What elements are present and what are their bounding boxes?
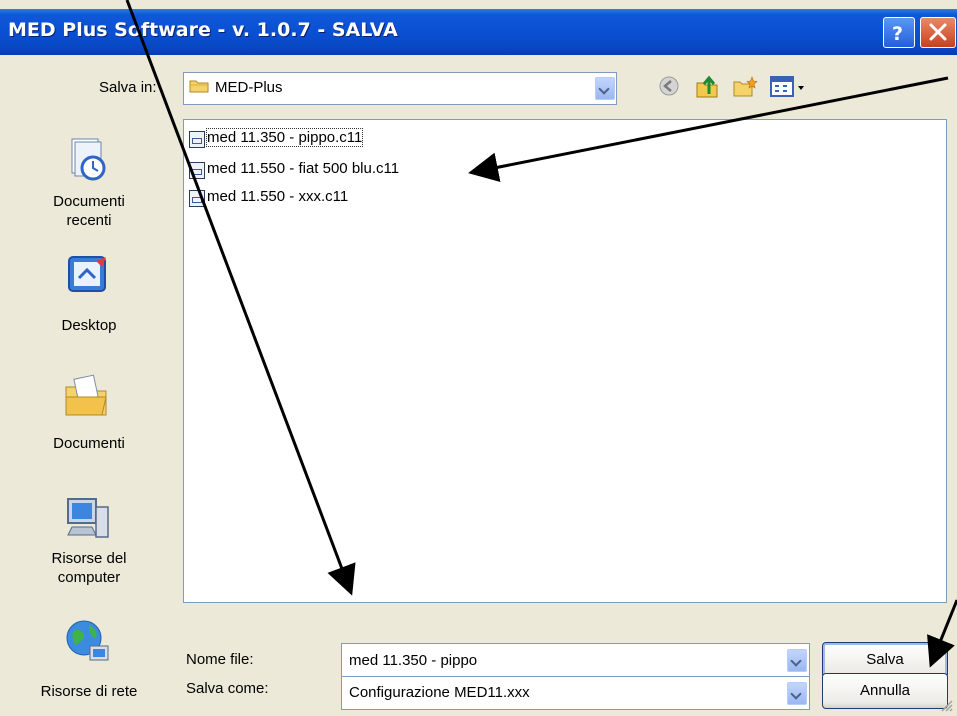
close-button[interactable]	[920, 17, 956, 48]
window-title: MED Plus Software - v. 1.0.7 - SALVA	[8, 19, 398, 41]
chevron-down-icon[interactable]	[787, 682, 807, 705]
place-label: Risorse del computer	[51, 550, 127, 586]
chevron-down-icon[interactable]	[595, 77, 615, 100]
location-value: MED-Plus	[215, 79, 283, 96]
place-recent-documents[interactable]: Documenti recenti	[10, 135, 168, 235]
place-label: Desktop	[61, 317, 117, 334]
cancel-button[interactable]: Annulla	[822, 673, 948, 709]
save-in-label: Salva in:	[99, 79, 157, 96]
filetype-label: Salva come:	[186, 680, 269, 697]
file-icon	[189, 131, 205, 148]
up-folder-icon[interactable]	[695, 75, 719, 99]
file-name: med 11.350 - pippo.c11	[205, 128, 364, 147]
places-bar: Documenti recenti Desktop Documenti Riso…	[10, 113, 168, 708]
view-menu-icon[interactable]	[770, 75, 808, 99]
filetype-dropdown[interactable]: Configurazione MED11.xxx	[341, 676, 810, 710]
save-dialog: MED Plus Software - v. 1.0.7 - SALVA ? S…	[0, 0, 957, 716]
filename-value: med 11.350 - pippo	[349, 652, 478, 669]
my-computer-icon	[67, 498, 109, 538]
svg-text:?: ?	[892, 23, 903, 45]
list-item[interactable]: med 11.550 - xxx.c11	[189, 187, 419, 209]
back-icon[interactable]	[658, 75, 680, 97]
filename-input[interactable]: med 11.350 - pippo	[341, 643, 810, 678]
file-icon	[189, 162, 205, 179]
file-name: med 11.550 - xxx.c11	[207, 188, 349, 205]
list-item[interactable]: med 11.550 - fiat 500 blu.c11	[189, 159, 469, 181]
filetype-value: Configurazione MED11.xxx	[349, 684, 530, 701]
network-icon	[66, 620, 109, 661]
chevron-down-icon[interactable]	[787, 649, 807, 672]
help-button[interactable]: ?	[883, 17, 915, 48]
documents-folder-icon	[65, 374, 107, 416]
place-documents[interactable]: Documenti	[10, 371, 168, 461]
place-label: Risorse di rete	[40, 683, 138, 700]
place-label: Documenti recenti	[53, 193, 125, 229]
resize-grip-icon[interactable]	[938, 697, 954, 713]
place-desktop[interactable]: Desktop	[10, 253, 168, 343]
filename-label: Nome file:	[186, 651, 254, 668]
place-label: Documenti	[53, 435, 125, 452]
folder-icon	[189, 80, 209, 93]
desktop-icon	[68, 256, 106, 292]
file-icon	[189, 190, 205, 207]
file-list[interactable]: med 11.350 - pippo.c11 med 11.550 - fiat…	[183, 119, 947, 603]
close-icon	[929, 23, 947, 41]
title-bar: MED Plus Software - v. 1.0.7 - SALVA ?	[0, 9, 957, 55]
help-icon: ?	[892, 23, 903, 45]
location-dropdown[interactable]: MED-Plus	[183, 72, 617, 105]
list-item[interactable]: med 11.350 - pippo.c11	[189, 128, 419, 150]
new-folder-icon[interactable]	[732, 75, 758, 99]
place-my-computer[interactable]: Risorse del computer	[10, 493, 168, 593]
file-name: med 11.550 - fiat 500 blu.c11	[207, 160, 400, 177]
recent-documents-icon	[71, 138, 106, 181]
place-network[interactable]: Risorse di rete	[10, 616, 168, 706]
